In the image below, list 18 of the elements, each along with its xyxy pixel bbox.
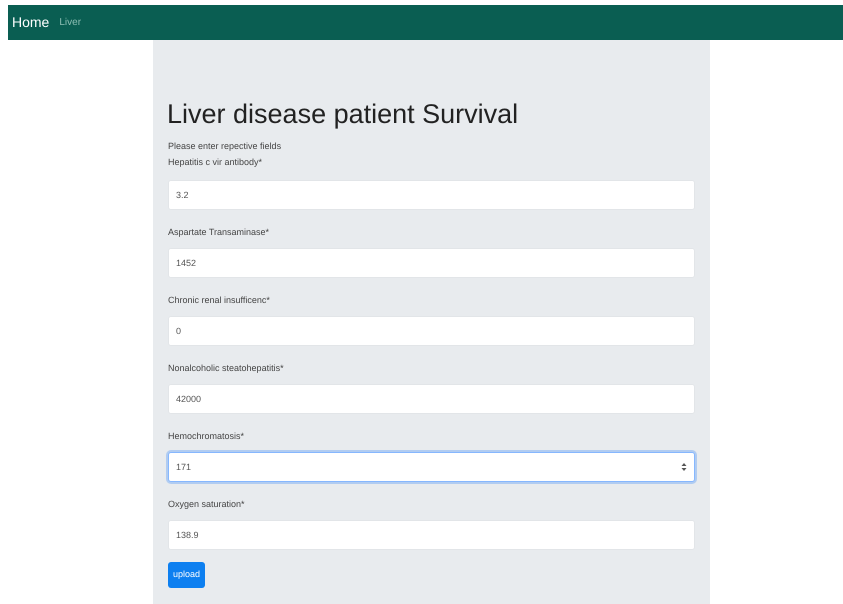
input-field[interactable]: 42000 (168, 384, 695, 414)
field-label: Nonalcoholic steatohepatitis* (168, 362, 285, 375)
input-field[interactable]: 1452 (168, 248, 695, 278)
input-field[interactable]: 171 (168, 452, 695, 482)
field-label: Oxygen saturation* (168, 498, 246, 511)
field-label: Hemochromatosis* (168, 430, 246, 443)
field-label: Chronic renal insufficenc* (168, 294, 271, 307)
upload-button[interactable]: upload (168, 562, 206, 588)
input-field[interactable]: 138.9 (168, 520, 695, 550)
spinner-icon[interactable] (681, 462, 687, 472)
instruction-text: Please enter repective fields (168, 140, 282, 153)
field-label: Aspartate Transaminase* (168, 226, 270, 239)
input-field[interactable]: 0 (168, 316, 695, 346)
page-title: Liver disease patient Survival (167, 98, 520, 131)
field-label: Hepatitis c vir antibody* (168, 156, 264, 169)
nav-link[interactable]: Liver (59, 15, 82, 30)
home-link[interactable]: Home (12, 12, 50, 33)
input-field[interactable]: 3.2 (168, 180, 695, 210)
